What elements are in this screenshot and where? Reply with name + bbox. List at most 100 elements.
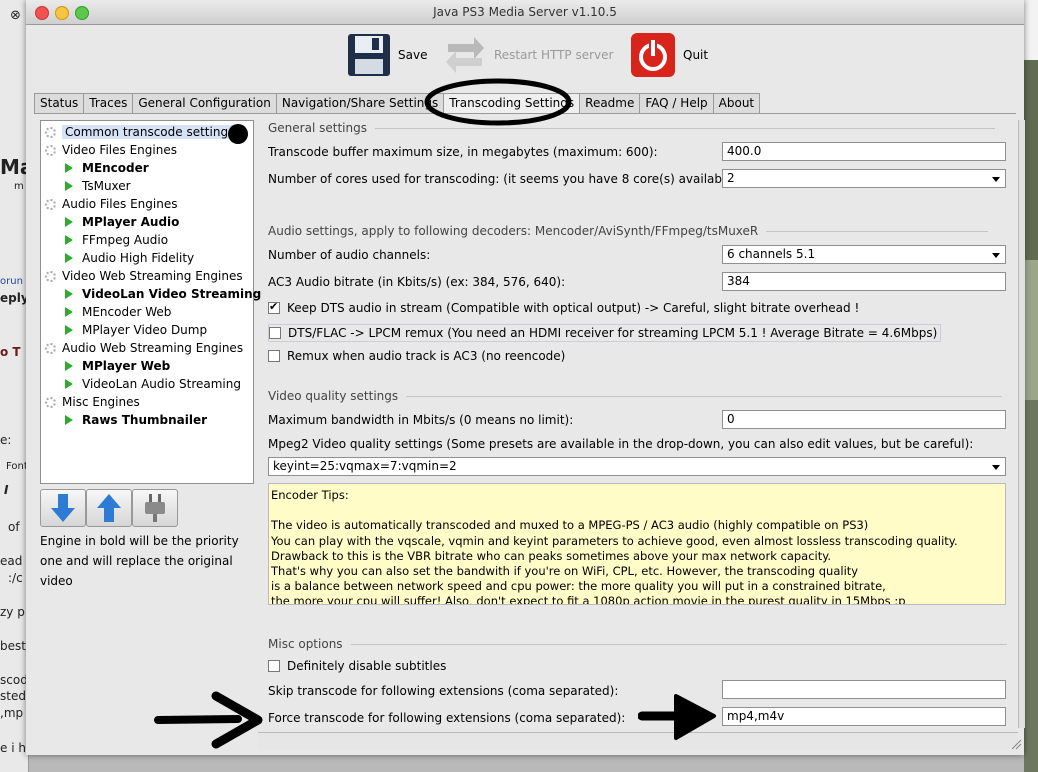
max-bandwidth-input[interactable]: 0	[722, 410, 1006, 429]
tree-node[interactable]: Audio Files Engines	[45, 195, 177, 213]
play-icon	[65, 325, 73, 335]
tab-transcoding-settings[interactable]: Transcoding Settings	[443, 93, 581, 114]
max-bandwidth-label: Maximum bandwidth in Mbits/s (0 means no…	[268, 413, 574, 427]
tree-node[interactable]: FFmpeg Audio	[65, 231, 168, 249]
encoder-tip-line: Drawback to this is the VBR bitrate who …	[271, 548, 832, 563]
force-transcode-input[interactable]: mp4,m4v	[722, 707, 1006, 726]
tree-node[interactable]: Raws Thumbnailer	[65, 411, 207, 429]
chevron-down-icon	[992, 465, 1000, 470]
ac3-bitrate-input[interactable]: 384	[722, 272, 1006, 291]
tree-node[interactable]: TsMuxer	[65, 177, 131, 195]
engine-priority-note: Engine in bold will be the priority one …	[40, 534, 239, 588]
title-bar[interactable]: Java PS3 Media Server v1.10.5	[26, 0, 1024, 25]
keep-dts-checkbox[interactable]: Keep DTS audio in stream (Compatible wit…	[268, 300, 859, 315]
ac3-bitrate-label: AC3 Audio bitrate (in Kbits/s) (ex: 384,…	[268, 275, 566, 289]
floppy-disk-icon	[348, 34, 390, 76]
play-icon	[65, 181, 73, 191]
tree-node-label: Raws Thumbnailer	[82, 413, 208, 427]
move-down-button[interactable]	[40, 489, 86, 527]
tree-node[interactable]: MPlayer Audio	[65, 213, 179, 231]
engine-tree[interactable]: Common transcode settings Video Files Eng…	[40, 120, 261, 484]
tree-node-label: TsMuxer	[82, 179, 131, 193]
tab-about[interactable]: About	[712, 93, 761, 114]
tab-readme[interactable]: Readme	[579, 93, 641, 114]
tree-node[interactable]: MPlayer Web	[65, 357, 170, 375]
cores-label: Number of cores used for transcoding: (i…	[268, 172, 738, 186]
play-icon	[65, 307, 73, 317]
encoder-tip-line	[271, 503, 1003, 518]
encoder-tip-line: the more your cpu will suffer! Also, don…	[271, 594, 906, 605]
skip-transcode-input[interactable]	[722, 680, 1006, 699]
tree-node-label: Audio Files Engines	[62, 197, 178, 211]
tree-node[interactable]: VideoLan Audio Streaming	[65, 375, 241, 393]
tree-node[interactable]: Video Web Streaming Engines	[45, 267, 243, 285]
encoder-tip-line: The video is automatically transcoded an…	[271, 518, 869, 533]
background-fragment: eply	[0, 291, 29, 305]
buffer-size-input[interactable]: 400.0	[722, 142, 1006, 161]
background-fragment: I	[4, 483, 9, 497]
audio-channels-label: Number of audio channels:	[268, 248, 431, 262]
audio-channels-select[interactable]: 6 channels 5.1	[722, 245, 1006, 264]
cores-select[interactable]: 2	[722, 169, 1006, 188]
tree-node-label: FFmpeg Audio	[82, 233, 169, 247]
tree-node-label: MPlayer Video Dump	[82, 323, 208, 337]
encoder-tip-line: That's why you can also set the bandwith…	[271, 564, 859, 579]
quit-button[interactable]: Quit	[629, 30, 708, 80]
arrow-up-icon	[97, 494, 121, 522]
checkbox-box[interactable]	[269, 327, 281, 339]
checkbox-box[interactable]	[268, 300, 280, 314]
tree-node[interactable]: Audio High Fidelity	[65, 249, 194, 267]
horizontal-scrollbar[interactable]	[258, 732, 1018, 749]
tab-status[interactable]: Status	[34, 93, 85, 114]
move-up-button[interactable]	[86, 489, 132, 527]
audio-settings-header: Audio settings, apply to following decod…	[268, 224, 989, 238]
background-close-icon: ⊗	[10, 8, 21, 23]
skip-transcode-label: Skip transcode for following extensions …	[268, 684, 619, 698]
disable-subtitles-checkbox[interactable]: Definitely disable subtitles	[268, 659, 446, 673]
tree-node-label: Video Files Engines	[62, 143, 177, 157]
tab-general-configuration[interactable]: General Configuration	[132, 93, 277, 114]
background-fragment: o T	[0, 345, 21, 359]
checkbox-box[interactable]	[268, 660, 280, 672]
tab-navigation-share-settings[interactable]: Navigation/Share Settings	[275, 93, 445, 114]
mpeg2-quality-combobox[interactable]: keyint=25:vqmax=7:vqmin=2	[268, 457, 1006, 476]
buffer-size-label: Transcode buffer maximum size, in megaby…	[268, 145, 658, 159]
chevron-down-icon	[992, 177, 1000, 182]
tab-divider	[34, 113, 1016, 114]
tree-node[interactable]: Audio Web Streaming Engines	[45, 339, 243, 357]
plug-icon	[145, 494, 165, 522]
encoder-tips-textarea[interactable]: Encoder Tips: The video is automatically…	[268, 483, 1006, 605]
tree-node[interactable]: Common transcode settings	[45, 123, 238, 141]
transcoding-settings-panel: General settings Transcode buffer maximu…	[268, 118, 1010, 728]
remux-ac3-checkbox[interactable]: Remux when audio track is AC3 (no reenco…	[268, 349, 565, 363]
tree-node[interactable]: MPlayer Video Dump	[65, 321, 207, 339]
play-icon	[65, 235, 73, 245]
background-fragment: best	[0, 639, 26, 653]
encoder-tip-line: You can play with the vqscale, vqmin and…	[271, 533, 958, 548]
tree-node-label: MPlayer Web	[82, 359, 171, 373]
save-button[interactable]: Save	[346, 30, 427, 80]
background-fragment: sted	[0, 689, 26, 703]
checkbox-box[interactable]	[268, 350, 280, 362]
tree-node[interactable]: MEncoder	[65, 159, 149, 177]
tree-node-label: Audio High Fidelity	[82, 251, 195, 265]
quit-label: Quit	[683, 48, 709, 62]
tree-node[interactable]: VideoLan Video Streaming	[65, 285, 261, 303]
tree-node[interactable]: Video Files Engines	[45, 141, 177, 159]
tab-faq-help[interactable]: FAQ / Help	[639, 93, 714, 114]
background-window-left: ⊗ Ma m orun eply o T e: Font I of ead :/…	[0, 0, 96, 772]
force-transcode-label: Force transcode for following extensions…	[268, 711, 626, 725]
tree-node[interactable]: Misc Engines	[45, 393, 140, 411]
tab-traces[interactable]: Traces	[83, 93, 134, 114]
vertical-scrollbar[interactable]	[1018, 120, 1025, 728]
tree-node[interactable]: MEncoder Web	[65, 303, 171, 321]
toggle-engine-button[interactable]	[132, 489, 178, 527]
tree-node-label: Misc Engines	[62, 395, 140, 409]
lpcm-remux-checkbox[interactable]: DTS/FLAC -> LPCM remux (You need an HDMI…	[268, 324, 942, 342]
play-icon	[65, 289, 73, 299]
restart-http-server-button[interactable]: Restart HTTP server	[442, 30, 613, 80]
play-icon	[65, 361, 73, 371]
background-fragment: ,mp	[0, 706, 24, 720]
background-fragment: of	[8, 520, 20, 534]
gear-icon	[45, 198, 56, 210]
